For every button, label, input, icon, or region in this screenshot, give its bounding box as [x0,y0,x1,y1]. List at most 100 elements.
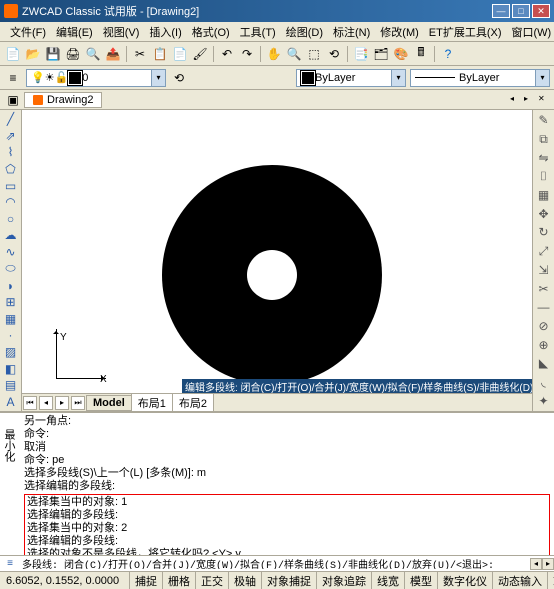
stretch-icon[interactable]: ⇲ [535,262,553,279]
point-icon[interactable]: · [2,328,20,343]
polygon-icon[interactable]: ⬠ [2,162,20,177]
revcloud-icon[interactable]: ☁ [2,228,20,243]
offset-icon[interactable]: ⌷ [535,168,553,185]
fillet-icon[interactable]: ◟ [535,374,553,391]
chamfer-icon[interactable]: ◣ [535,355,553,372]
scroll-left-icon[interactable]: ◂ [530,558,542,570]
zoom-rt-icon[interactable]: 🔍 [285,45,303,63]
trim-icon[interactable]: ✂ [535,280,553,297]
menu-tools[interactable]: 工具(T) [236,23,280,41]
menu-edit[interactable]: 编辑(E) [52,23,97,41]
status-tablet[interactable]: 数字化仪 [438,572,493,589]
menu-modify[interactable]: 修改(M) [376,23,423,41]
chevron-down-icon[interactable]: ▾ [391,70,405,86]
cut-icon[interactable]: ✂ [131,45,149,63]
maximize-button[interactable]: □ [512,4,530,18]
palette-toggle-icon[interactable]: ▣ [4,91,22,109]
table-icon[interactable]: ▤ [2,378,20,393]
command-icon[interactable]: ≡ [3,557,17,571]
rect-icon[interactable]: ▭ [2,178,20,193]
mtext-icon[interactable]: A [2,395,20,410]
erase-icon[interactable]: ✎ [535,112,553,129]
new-icon[interactable]: 📄 [4,45,22,63]
hatch-icon[interactable]: ▨ [2,345,20,360]
chevron-down-icon[interactable]: ▾ [535,70,549,86]
status-ortho[interactable]: 正交 [196,572,229,589]
props-icon[interactable]: 📑 [352,45,370,63]
status-snap[interactable]: 捕捉 [130,572,163,589]
status-dyn[interactable]: 动态输入 [493,572,548,589]
undo-icon[interactable]: ↶ [218,45,236,63]
close-button[interactable]: ✕ [532,4,550,18]
command-collapse-label[interactable]: 最小化 [0,427,17,464]
menu-draw[interactable]: 绘图(D) [282,23,327,41]
tab-next-icon[interactable]: ▸ [524,94,536,106]
drawing-canvas[interactable]: Y X 编辑多段线: 闭合(C)/打开(O)/合并(J)/宽度(W)/拟合(F)… [22,110,532,393]
menu-format[interactable]: 格式(O) [188,23,234,41]
tab-layout1[interactable]: 布局1 [131,393,173,412]
mirror-icon[interactable]: ⇋ [535,149,553,166]
color-dropdown[interactable]: ByLayer ▾ [296,69,406,87]
linetype-dropdown[interactable]: ByLayer ▾ [410,69,550,87]
menu-dim[interactable]: 标注(N) [329,23,374,41]
block-icon[interactable]: ▦ [2,312,20,327]
status-lwt[interactable]: 线宽 [372,572,405,589]
explode-icon[interactable]: ✦ [535,392,553,409]
tab-layout2[interactable]: 布局2 [172,393,214,412]
scale-icon[interactable]: ⤢ [535,243,553,260]
calc-icon[interactable]: 🖩 [412,45,430,63]
menu-view[interactable]: 视图(V) [99,23,144,41]
scroll-right-icon[interactable]: ▸ [542,558,554,570]
tab-prev-icon[interactable]: ◂ [39,396,53,410]
line-icon[interactable]: ╱ [2,112,20,127]
save-icon[interactable]: 💾 [44,45,62,63]
tab-next-icon[interactable]: ▸ [55,396,69,410]
zoom-win-icon[interactable]: ⬚ [305,45,323,63]
pan-icon[interactable]: ✋ [265,45,283,63]
command-input[interactable] [20,558,530,569]
status-polar[interactable]: 极轴 [229,572,262,589]
status-otrack[interactable]: 对象追踪 [317,572,372,589]
match-icon[interactable]: 🖌 [191,45,209,63]
spline-icon[interactable]: ∿ [2,245,20,260]
layer-mgr-icon[interactable]: ≡ [4,69,22,87]
redo-icon[interactable]: ↷ [238,45,256,63]
pline-icon[interactable]: ⌇ [2,145,20,160]
open-icon[interactable]: 📂 [24,45,42,63]
arc-icon[interactable]: ◠ [2,195,20,210]
zoom-prev-icon[interactable]: ⟲ [325,45,343,63]
tab-model[interactable]: Model [86,395,132,411]
menu-window[interactable]: 窗口(W) [508,23,554,41]
menu-insert[interactable]: 插入(I) [145,23,185,41]
preview-icon[interactable]: 🔍 [84,45,102,63]
region-icon[interactable]: ◧ [2,361,20,376]
extend-icon[interactable]: ― [535,299,553,316]
print-icon[interactable]: 🖨 [64,45,82,63]
ellipse-icon[interactable]: ⬭ [2,261,20,276]
status-model[interactable]: 模型 [405,572,438,589]
join-icon[interactable]: ⊕ [535,336,553,353]
menu-et[interactable]: ET扩展工具(X) [425,23,506,41]
chevron-down-icon[interactable]: ▾ [151,70,165,86]
dcenter-icon[interactable]: 🗂 [372,45,390,63]
circle-icon[interactable]: ○ [2,212,20,227]
tpalette-icon[interactable]: 🎨 [392,45,410,63]
tab-last-icon[interactable]: ⏭ [71,396,85,410]
paste-icon[interactable]: 📄 [171,45,189,63]
coordinate-readout[interactable]: 6.6052, 0.1552, 0.0000 [0,572,130,589]
status-ready[interactable]: 就绪 [548,572,554,589]
layer-prev-icon[interactable]: ⟲ [170,69,188,87]
help-icon[interactable]: ? [439,45,457,63]
status-grid[interactable]: 栅格 [163,572,196,589]
array-icon[interactable]: ▦ [535,187,553,204]
tab-prev-icon[interactable]: ◂ [510,94,522,106]
xline-icon[interactable]: ⇗ [2,129,20,144]
document-tab[interactable]: Drawing2 [24,92,102,108]
command-history[interactable]: 另一角点: 命令: 取消 命令: pe 选择多段线(S)\上一个(L) [多条(… [0,413,554,555]
status-osnap[interactable]: 对象捕捉 [262,572,317,589]
tab-first-icon[interactable]: ⏮ [23,396,37,410]
insert-icon[interactable]: ⊞ [2,295,20,310]
layer-dropdown[interactable]: 💡☀🔓 0 ▾ [26,69,166,87]
publish-icon[interactable]: 📤 [104,45,122,63]
move-icon[interactable]: ✥ [535,205,553,222]
